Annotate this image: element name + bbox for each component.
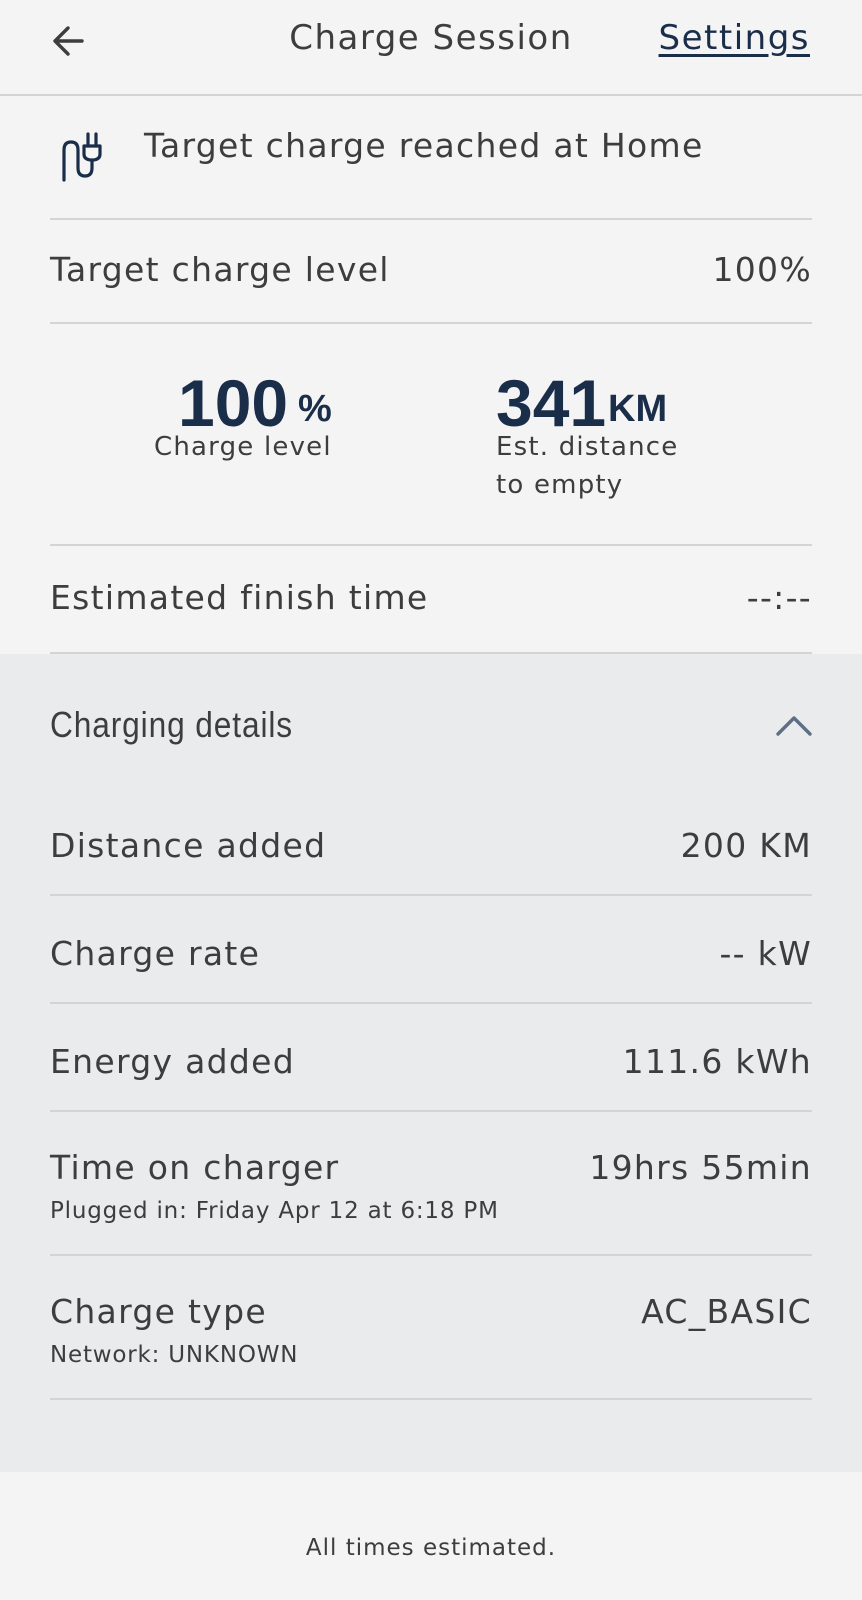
chevron-up-icon[interactable] xyxy=(774,712,814,738)
detail-value: -- kW xyxy=(719,934,812,973)
detail-value: 19hrs 55min xyxy=(589,1148,812,1187)
charge-level-label: Charge level xyxy=(154,432,332,462)
target-charge-label: Target charge level xyxy=(50,250,390,289)
detail-value: 111.6 kWh xyxy=(622,1042,812,1081)
detail-value: AC_BASIC xyxy=(641,1292,812,1331)
detail-label: Charge type xyxy=(50,1292,267,1331)
finish-time-row: Estimated finish time --:-- xyxy=(50,546,812,654)
charge-stats: 100 % Charge level 341 KM Est. distance … xyxy=(50,330,812,546)
target-charge-value: 100% xyxy=(712,250,812,289)
detail-value: 200 KM xyxy=(680,826,812,865)
charge-status-banner: Target charge reached at Home xyxy=(50,96,812,220)
charge-status-text: Target charge reached at Home xyxy=(144,126,704,165)
detail-row-distance-added: Distance added 200 KM xyxy=(50,794,812,896)
detail-row-charge-rate: Charge rate -- kW xyxy=(50,896,812,1004)
detail-sub-label: Plugged in: Friday Apr 12 at 6:18 PM xyxy=(50,1198,499,1224)
detail-row-charge-type: Charge type AC_BASIC Network: UNKNOWN xyxy=(50,1256,812,1400)
detail-row-time-on-charger: Time on charger 19hrs 55min Plugged in: … xyxy=(50,1112,812,1256)
detail-label: Energy added xyxy=(50,1042,295,1081)
footer-note: All times estimated. xyxy=(305,1535,557,1561)
distance-label-line2: to empty xyxy=(496,470,624,500)
charging-details-section: Charging details Distance added 200 KM C… xyxy=(0,654,862,1472)
target-charge-row[interactable]: Target charge level 100% xyxy=(50,218,812,324)
distance-unit: KM xyxy=(608,388,668,430)
detail-label: Time on charger xyxy=(50,1148,340,1187)
finish-time-value: --:-- xyxy=(746,578,812,617)
detail-row-energy-added: Energy added 111.6 kWh xyxy=(50,1004,812,1112)
plug-icon xyxy=(62,132,102,182)
finish-time-label: Estimated finish time xyxy=(50,578,429,617)
distance-value: 341 xyxy=(496,366,607,440)
detail-sub-label: Network: UNKNOWN xyxy=(50,1342,299,1368)
detail-label: Charge rate xyxy=(50,934,261,973)
detail-label: Distance added xyxy=(50,826,327,865)
charge-level-value: 100 xyxy=(178,366,289,440)
charging-details-title[interactable]: Charging details xyxy=(50,704,293,746)
app-header: Charge Session Settings xyxy=(0,0,862,96)
charge-level-unit: % xyxy=(298,388,332,430)
settings-link[interactable]: Settings xyxy=(659,18,810,58)
distance-label-line1: Est. distance xyxy=(496,432,679,462)
